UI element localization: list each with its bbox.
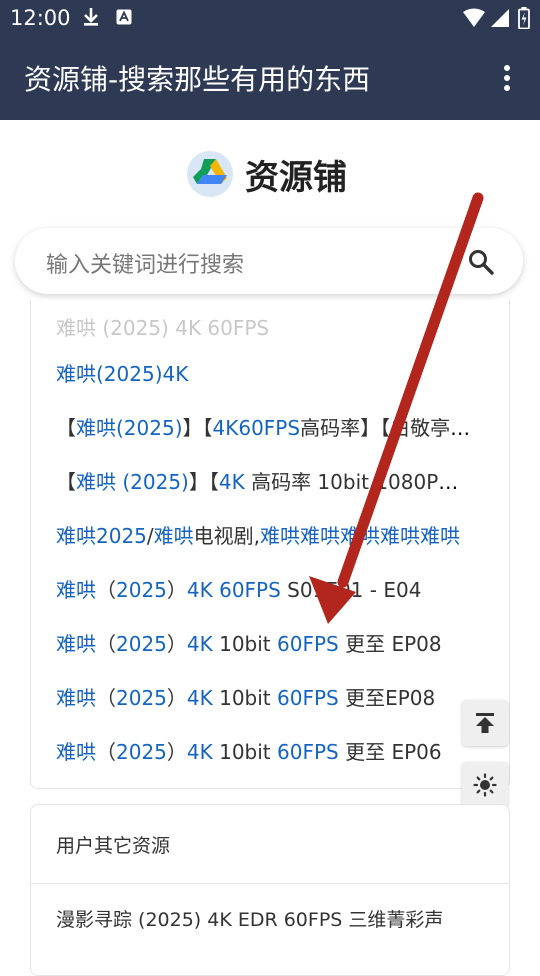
search-box[interactable]: 输入关键词进行搜索 bbox=[15, 228, 523, 294]
app-bar: 资源铺-搜索那些有用的东西 bbox=[0, 36, 540, 120]
result-item[interactable]: 难哄（2025）4K 10bit 60FPS 更至 EP08 bbox=[56, 628, 476, 660]
result-text: （ bbox=[96, 686, 116, 710]
other-resources-header: 用户其它资源 bbox=[56, 835, 171, 857]
result-keyword-link[interactable]: 2025 bbox=[116, 632, 167, 656]
result-item[interactable]: 【难哄 (2025)】【4K 高码率 10bit 1080P超清】 bbox=[56, 466, 476, 498]
result-keyword-link[interactable]: 60FPS bbox=[277, 686, 339, 710]
result-text: 电视剧, bbox=[193, 524, 261, 548]
status-bar: 12:00 bbox=[0, 0, 540, 36]
result-keyword-link[interactable]: 难哄 bbox=[56, 686, 96, 710]
result-keyword-link[interactable]: 难哄2025 bbox=[56, 524, 147, 548]
result-text: 高码率】【白敬亭 章若楠】 bbox=[300, 416, 476, 440]
other-resources-card: 用户其它资源 漫影寻踪 (2025) 4K EDR 60FPS 三维菁彩声 bbox=[30, 804, 510, 976]
result-keyword-link[interactable]: 难哄 bbox=[56, 362, 96, 386]
result-item[interactable]: 难哄2025/难哄电视剧,难哄难哄难哄难哄难哄 bbox=[56, 520, 476, 552]
drive-logo-icon bbox=[187, 151, 233, 197]
signal-icon bbox=[491, 9, 509, 27]
scrolled-result-partial: 难哄 (2025) 4K 60FPS bbox=[56, 316, 270, 340]
result-keyword-link[interactable]: 难哄 bbox=[154, 524, 194, 548]
result-keyword-link[interactable]: 60FPS bbox=[277, 740, 339, 764]
result-text: 10bit bbox=[212, 632, 278, 656]
search-results-list: 难哄 (2025) 4K 60FPS 难哄(2025)4K 【难哄(2025)】… bbox=[30, 300, 510, 789]
result-text: （ bbox=[96, 740, 116, 764]
result-text: （ bbox=[96, 632, 116, 656]
a-icon bbox=[116, 9, 132, 25]
result-text: 更至 EP06 bbox=[338, 740, 442, 764]
result-keyword-link[interactable]: 4K bbox=[163, 362, 189, 386]
app-title: 资源铺-搜索那些有用的东西 bbox=[24, 63, 371, 96]
result-text: 10bit bbox=[212, 686, 278, 710]
result-keyword-link[interactable]: 难哄难哄难哄难哄难哄 bbox=[260, 524, 460, 548]
result-keyword-link[interactable]: 难哄 (2025) bbox=[76, 470, 189, 494]
result-keyword-link[interactable]: 难哄 bbox=[56, 632, 96, 656]
result-item[interactable]: 难哄（2025）4K 10bit 60FPS 更至 EP06 bbox=[56, 736, 476, 768]
result-keyword-link[interactable]: 2025 bbox=[116, 578, 167, 602]
back-to-top-button[interactable] bbox=[462, 700, 508, 746]
brightness-toggle-button[interactable] bbox=[462, 762, 508, 808]
result-keyword-link[interactable]: (2025) bbox=[116, 416, 183, 440]
result-text: 更至 EP08 bbox=[338, 632, 442, 656]
result-keyword-link[interactable]: 难哄 bbox=[56, 578, 96, 602]
result-text: ） bbox=[166, 686, 187, 710]
result-text: 更至EP08 bbox=[338, 686, 436, 710]
brand-name: 资源铺 bbox=[245, 158, 347, 198]
result-text: ） bbox=[166, 632, 187, 656]
result-item[interactable]: 难哄（2025）4K 10bit 60FPS 更至EP08 bbox=[56, 682, 476, 714]
result-text: 【 bbox=[56, 416, 76, 440]
result-text: ） bbox=[166, 740, 187, 764]
result-keyword-link[interactable]: 4K60FPS bbox=[213, 416, 301, 440]
other-resource-item[interactable]: 漫影寻踪 (2025) 4K EDR 60FPS 三维菁彩声 bbox=[56, 905, 443, 932]
result-text: / bbox=[146, 524, 154, 548]
result-text: 高码率 10bit 1080P超清】 bbox=[244, 470, 476, 494]
wifi-icon bbox=[463, 8, 485, 27]
result-keyword-link[interactable]: 4K bbox=[187, 740, 213, 764]
divider bbox=[31, 883, 509, 884]
brightness-icon bbox=[473, 773, 497, 797]
result-text: （ bbox=[96, 578, 116, 602]
result-keyword-link[interactable]: 2025 bbox=[116, 740, 167, 764]
result-text: 10bit bbox=[212, 740, 278, 764]
result-keyword-link[interactable]: 2025 bbox=[116, 686, 167, 710]
result-keyword-link[interactable]: 4K 60FPS bbox=[187, 578, 281, 602]
result-text: 【 bbox=[56, 470, 76, 494]
result-text: 】【 bbox=[182, 416, 213, 440]
more-menu-icon[interactable] bbox=[496, 62, 520, 94]
result-item[interactable]: 难哄(2025)4K bbox=[56, 358, 476, 390]
result-text: 】【 bbox=[188, 470, 219, 494]
search-icon[interactable] bbox=[467, 248, 495, 276]
result-text: ） bbox=[166, 578, 187, 602]
result-text: S01E01 - E04 bbox=[280, 578, 422, 602]
result-keyword-link[interactable]: 60FPS bbox=[277, 632, 339, 656]
result-keyword-link[interactable]: (2025) bbox=[96, 362, 163, 386]
result-item[interactable]: 【难哄(2025)】【4K60FPS高码率】【白敬亭 章若楠】 bbox=[56, 412, 476, 444]
result-keyword-link[interactable]: 4K bbox=[187, 632, 213, 656]
search-input[interactable]: 输入关键词进行搜索 bbox=[46, 247, 244, 279]
result-keyword-link[interactable]: 4K bbox=[219, 470, 245, 494]
result-item[interactable]: 难哄（2025）4K 60FPS S01E01 - E04 bbox=[56, 574, 476, 606]
result-keyword-link[interactable]: 难哄 bbox=[56, 740, 96, 764]
battery-icon bbox=[518, 7, 530, 29]
download-icon bbox=[84, 8, 98, 26]
result-keyword-link[interactable]: 4K bbox=[187, 686, 213, 710]
result-keyword-link[interactable]: 难哄 bbox=[76, 416, 116, 440]
status-time: 12:00 bbox=[10, 6, 71, 30]
back-to-top-icon bbox=[476, 713, 494, 733]
